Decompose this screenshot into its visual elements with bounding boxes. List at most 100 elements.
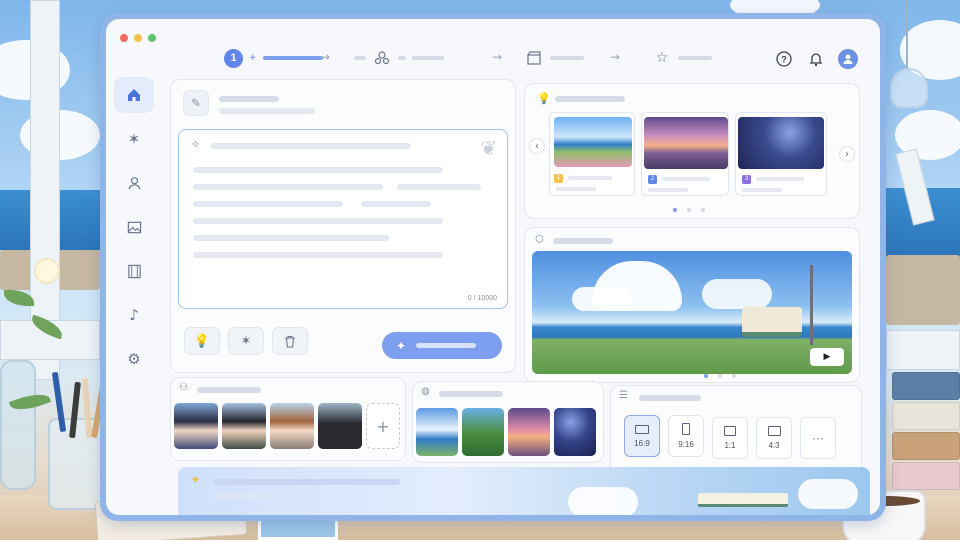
generate-label-placeholder xyxy=(416,343,477,348)
card-subtitle-placeholder xyxy=(219,108,315,114)
idea-badge-2: 2 xyxy=(648,175,657,184)
user-avatar[interactable] xyxy=(838,49,858,69)
character-group-icon xyxy=(372,48,392,68)
landscape-icon xyxy=(635,424,649,434)
carousel-dot[interactable] xyxy=(701,208,705,212)
inspiration-card: 💡 ‹ › 1 2 3 xyxy=(524,83,860,219)
idea-thumbnail-1[interactable]: 1 xyxy=(549,112,635,196)
step-2[interactable] xyxy=(354,47,444,69)
ratio-option-1-1[interactable]: 1:1 xyxy=(712,417,748,459)
app-window: 1 + → → → ☆ ? ✶ ♪ ⚙ ✎ ✧ ❦ 0 / 10000 💡 ✶ … xyxy=(106,19,880,515)
placeholder-line xyxy=(648,188,688,192)
step-1[interactable]: 1 + xyxy=(224,47,323,69)
placeholder-line xyxy=(361,201,431,207)
card-title-placeholder xyxy=(439,391,503,397)
placeholder-line xyxy=(193,252,443,258)
step-line xyxy=(678,56,712,60)
style-thumbnail-2[interactable] xyxy=(462,408,504,456)
enhance-button[interactable]: ✶ xyxy=(228,327,264,355)
ratio-label: 4:3 xyxy=(768,441,780,450)
step-4[interactable]: ☆ xyxy=(652,47,712,69)
character-counter: 0 / 10000 xyxy=(467,295,497,302)
placeholder-line xyxy=(397,184,481,190)
ratio-option-16-9[interactable]: 16:9 xyxy=(624,415,660,457)
play-button[interactable]: ▶ xyxy=(810,348,844,366)
sidebar-item-characters[interactable] xyxy=(114,165,154,201)
sidebar-item-video[interactable] xyxy=(114,253,154,289)
ratio-option-4-3[interactable]: 4:3 xyxy=(756,417,792,459)
style-thumbnail-3[interactable] xyxy=(508,408,550,456)
cloud xyxy=(572,287,632,311)
maximize-window-button[interactable] xyxy=(148,34,156,42)
card-title-placeholder xyxy=(555,96,625,102)
sidebar-item-generate[interactable]: ✶ xyxy=(114,121,154,157)
story-textarea[interactable]: ✧ ❦ 0 / 10000 xyxy=(178,129,508,309)
wind-chime-icon xyxy=(890,68,928,108)
arrow-right-icon: → xyxy=(492,50,503,64)
ratio-label: 1:1 xyxy=(724,441,736,450)
preview-dot[interactable] xyxy=(732,374,736,378)
bell-icon[interactable] xyxy=(806,49,826,69)
carousel-dot[interactable] xyxy=(687,208,691,212)
generate-sparkle-icon: ✦ xyxy=(396,338,407,353)
style-thumbnail-4[interactable] xyxy=(554,408,596,456)
character-avatar-1[interactable] xyxy=(174,403,218,449)
idea-button[interactable]: 💡 xyxy=(184,327,220,355)
card-title-placeholder xyxy=(219,96,279,102)
character-avatar-3[interactable] xyxy=(270,403,314,449)
add-character-button[interactable]: + xyxy=(366,403,400,449)
landscape-icon xyxy=(767,426,781,436)
starry-night-image xyxy=(738,117,824,169)
more-icon: ··· xyxy=(812,431,824,445)
ratio-option-9-16[interactable]: 9:16 xyxy=(668,415,704,457)
sidebar-item-settings[interactable]: ⚙ xyxy=(114,341,154,377)
character-avatar-4[interactable] xyxy=(318,403,362,449)
idea-badge-3: 3 xyxy=(742,175,751,184)
card-title-placeholder xyxy=(639,395,701,401)
idea-thumbnail-2[interactable]: 2 xyxy=(641,112,729,196)
help-icon[interactable]: ? xyxy=(774,49,794,69)
minimize-window-button[interactable] xyxy=(134,34,142,42)
idea-badge-1: 1 xyxy=(554,174,563,183)
seaside-flowers-image xyxy=(554,117,632,167)
book-stack xyxy=(892,372,960,502)
preview-dot[interactable] xyxy=(704,374,708,378)
window-sill xyxy=(886,330,960,370)
idea-thumbnail-3[interactable]: 3 xyxy=(735,112,827,196)
placeholder-line xyxy=(211,143,411,149)
character-avatar-2[interactable] xyxy=(222,403,266,449)
square-icon xyxy=(724,426,736,436)
sliders-icon: ☰ xyxy=(619,390,628,401)
generate-button[interactable]: ✦ xyxy=(382,332,502,359)
placeholder-line xyxy=(193,167,443,173)
sidebar-item-home[interactable] xyxy=(114,77,154,113)
card-title-placeholder xyxy=(553,238,613,244)
preview-image[interactable]: ▶ xyxy=(532,251,852,374)
film-icon xyxy=(127,264,141,278)
settings-icon: ⚙ xyxy=(127,350,141,368)
close-window-button[interactable] xyxy=(120,34,128,42)
clear-button[interactable] xyxy=(272,327,308,355)
carousel-dot[interactable] xyxy=(673,208,677,212)
palette-icon: ◍ xyxy=(421,386,430,397)
flower xyxy=(34,258,60,284)
character-icon: ⚇ xyxy=(179,382,188,393)
placeholder-line xyxy=(662,177,710,181)
arrow-right-icon: → xyxy=(610,50,621,64)
sidebar-item-images[interactable] xyxy=(114,209,154,245)
preview-dot[interactable] xyxy=(718,374,722,378)
carousel-next-button[interactable]: › xyxy=(839,146,855,162)
banner-title-placeholder xyxy=(214,479,400,485)
style-thumbnail-1[interactable] xyxy=(416,408,458,456)
step-3[interactable] xyxy=(524,47,584,69)
more-ratios-button[interactable]: ··· xyxy=(800,417,836,459)
carousel-prev-button[interactable]: ‹ xyxy=(529,138,545,154)
placeholder-line xyxy=(568,176,612,180)
banner-subtitle-placeholder xyxy=(214,493,284,499)
sidebar-item-music[interactable]: ♪ xyxy=(114,297,154,333)
window-controls xyxy=(120,34,156,42)
lightbulb-icon: 💡 xyxy=(537,92,551,105)
svg-text:?: ? xyxy=(781,55,787,65)
monitor: 1 + → → → ☆ ? ✶ ♪ ⚙ ✎ ✧ ❦ 0 / 10000 💡 ✶ … xyxy=(100,13,886,521)
ratio-label: 16:9 xyxy=(634,438,650,448)
